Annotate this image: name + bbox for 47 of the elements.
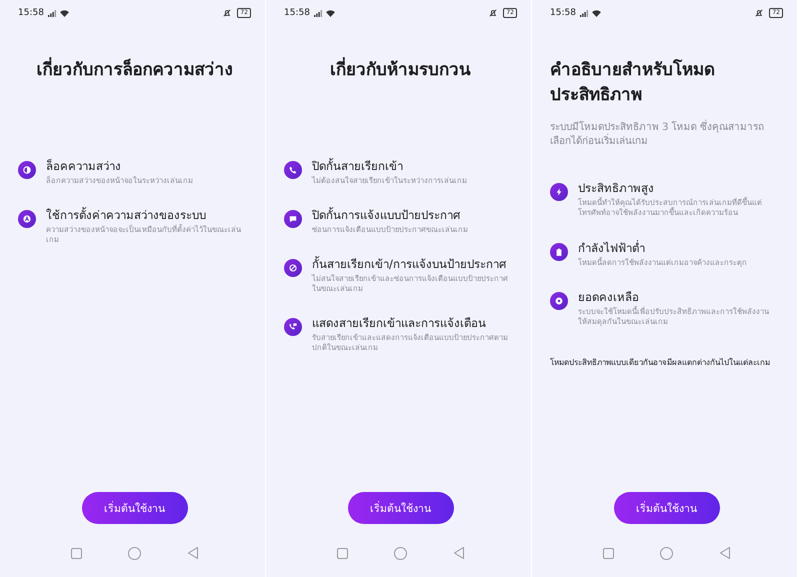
option-title: กั้นสายเรียกเข้า/การแจ้งบนป้ายประกาศ xyxy=(312,255,507,273)
screen-title: เกี่ยวกับการล็อกความสว่าง xyxy=(18,58,251,83)
option-title: แสดงสายเรียกเข้าและการแจ้งเตือน xyxy=(312,315,487,332)
screen-title: คำอธิบายสำหรับโหมดประสิทธิภาพ xyxy=(550,58,716,107)
start-button[interactable]: เริ่มต้นใช้งาน xyxy=(348,492,454,524)
option-title: กำลังไฟฟ้าต่ำ xyxy=(578,239,646,257)
phone-message-icon xyxy=(289,323,297,332)
status-time: 15:58 xyxy=(550,8,576,18)
bell-off-icon xyxy=(755,9,764,17)
back-icon[interactable] xyxy=(720,547,730,559)
status-time: 15:58 xyxy=(18,8,44,18)
back-icon[interactable] xyxy=(188,547,198,559)
dot-icon xyxy=(555,296,563,305)
signal-icon xyxy=(48,10,56,16)
wifi-icon xyxy=(326,10,335,16)
option-title: ใช้การตั้งค่าความสว่างของระบบ xyxy=(46,206,207,224)
note-text: โหมดประสิทธิภาพแบบเดียวกันอาจมีผลแตกต่างกันไปในแต่ละเกม xyxy=(550,356,771,368)
recents-icon[interactable] xyxy=(337,548,348,558)
letter-a-icon xyxy=(23,214,31,223)
option-title: ปิดกั้นสายเรียกเข้า xyxy=(312,157,404,175)
bell-off-icon xyxy=(223,9,232,17)
phone-icon xyxy=(289,166,297,174)
bell-off-icon xyxy=(489,9,498,17)
option-title: ประสิทธิภาพสูง xyxy=(578,180,655,197)
battery-icon xyxy=(555,248,563,256)
option-title: ปิดกั้นการแจ้งแบบป้ายประกาศ xyxy=(312,206,461,224)
signal-icon xyxy=(314,10,322,16)
option-title: ล็อคความสว่าง xyxy=(46,158,122,175)
screen-title: เกี่ยวกับห้ามรบกวน xyxy=(284,58,517,83)
wifi-icon xyxy=(592,10,601,16)
start-button[interactable]: เริ่มต้นใช้งาน xyxy=(82,492,188,524)
block-icon xyxy=(289,264,297,272)
home-icon[interactable] xyxy=(660,546,674,560)
contrast-icon xyxy=(23,166,31,174)
signal-icon xyxy=(580,10,588,16)
status-time: 15:58 xyxy=(284,8,310,18)
intro-text: ระบบมีโหมดประสิทธิภาพ 3 โหมด ซึ่งคุณสามารถเลือกได้ก่อนเริ่มเล่นเกม xyxy=(550,121,783,150)
home-icon[interactable] xyxy=(128,546,142,560)
recents-icon[interactable] xyxy=(603,548,614,558)
home-icon[interactable] xyxy=(394,546,408,560)
message-icon xyxy=(289,214,297,223)
recents-icon[interactable] xyxy=(71,548,82,558)
start-button[interactable]: เริ่มต้นใช้งาน xyxy=(614,492,720,524)
option-title: ยอดคงเหลือ xyxy=(578,288,640,306)
back-icon[interactable] xyxy=(454,547,464,559)
wifi-icon xyxy=(60,10,69,16)
lightning-icon xyxy=(555,188,563,196)
